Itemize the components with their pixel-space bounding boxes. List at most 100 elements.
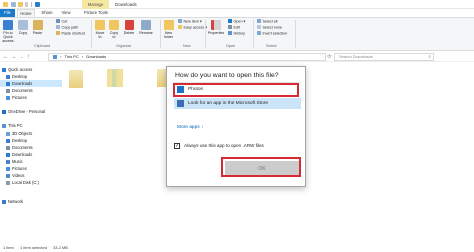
group-label-clipboard: Clipboard <box>34 44 51 48</box>
sidebar-item[interactable]: This PC <box>0 122 62 129</box>
sidebar-item-label: Music <box>12 159 23 164</box>
invert-selection-icon <box>257 31 261 35</box>
folder-icon <box>6 166 10 171</box>
sidebar-item-label: Local Disk (C:) <box>12 180 39 185</box>
new-item-button[interactable]: New item ▾ <box>178 19 202 25</box>
properties-icon[interactable] <box>11 2 16 7</box>
paste-shortcut-icon <box>56 31 60 35</box>
forward-button[interactable]: → <box>10 53 17 61</box>
sidebar-item[interactable]: Quick access <box>0 66 62 73</box>
folder-icon <box>6 180 10 185</box>
sidebar-item[interactable]: Documents <box>0 87 62 94</box>
status-selected: 1 item selected <box>20 245 47 250</box>
sidebar-item[interactable]: Documents <box>0 144 62 151</box>
more-apps-link[interactable]: More apps ↓ <box>177 125 203 130</box>
copy-to-label: Copy to <box>109 31 119 39</box>
breadcrumb[interactable]: › This PC › Downloads <box>48 53 326 61</box>
history-label: History <box>233 31 245 36</box>
up-button[interactable]: ↑ <box>25 53 32 61</box>
sidebar-item[interactable]: Music <box>0 158 62 165</box>
refresh-button[interactable]: ⟳ <box>326 53 333 61</box>
tab-file[interactable]: File <box>0 9 15 17</box>
new-folder-button[interactable]: New folder <box>162 20 175 39</box>
invert-selection-button[interactable]: Invert selection <box>257 31 287 37</box>
sidebar-item[interactable]: Local Disk (C:) <box>0 179 62 186</box>
pin-to-quick-access-button[interactable]: Pin to Quick access <box>1 20 15 43</box>
sidebar-item[interactable]: Pictures <box>0 165 62 172</box>
copy-button[interactable]: Copy <box>17 20 29 35</box>
move-to-icon <box>95 20 105 30</box>
group-label-new: New <box>183 44 191 48</box>
breadcrumb-this-pc[interactable]: This PC <box>65 54 79 59</box>
paste-shortcut-label: Paste shortcut <box>61 31 86 36</box>
paste-button[interactable]: Paste <box>31 20 44 35</box>
select-none-icon <box>257 25 261 29</box>
sidebar-item[interactable]: 3D Objects <box>0 130 62 137</box>
group-label-open: Open <box>226 44 236 48</box>
folder-icon <box>6 138 10 143</box>
select-all-button[interactable]: Select all <box>257 19 277 25</box>
app-option-store[interactable]: Look for an app in the Microsoft Store <box>174 98 301 109</box>
folder-icon <box>6 145 10 150</box>
sidebar-item[interactable]: Network <box>0 198 62 205</box>
tab-share[interactable]: Share <box>38 9 56 17</box>
sidebar-item-label: Network <box>8 199 24 204</box>
easy-access-button[interactable]: Easy access ▾ <box>178 25 207 31</box>
folder-icon <box>6 159 10 164</box>
folder-icon <box>6 173 10 178</box>
new-folder-icon[interactable] <box>18 2 23 7</box>
sidebar-item-label: Quick access <box>8 67 33 72</box>
select-none-button[interactable]: Select none <box>257 25 282 31</box>
sidebar-item[interactable]: Pictures <box>0 94 62 101</box>
back-button[interactable]: ← <box>2 53 9 61</box>
sidebar-item[interactable]: Videos <box>0 172 62 179</box>
new-folder-label: New folder <box>164 31 173 39</box>
sidebar-item[interactable]: OneDrive - Personal <box>0 108 62 115</box>
file-thumbnail[interactable] <box>69 70 83 88</box>
edit-label: Edit <box>233 25 240 30</box>
sidebar-item[interactable]: Desktop <box>0 73 62 80</box>
tab-view[interactable]: View <box>58 9 74 17</box>
title-bar: Manage Downloads <box>0 0 474 9</box>
folder-icon <box>2 199 6 204</box>
open-button[interactable]: Open ▾ <box>228 19 245 25</box>
address-bar: ← → ⌄ ↑ › This PC › Downloads ⟳ Search D… <box>0 52 474 62</box>
properties-icon <box>211 20 221 30</box>
history-button[interactable]: History <box>228 31 245 37</box>
edit-button[interactable]: Edit <box>228 25 240 31</box>
file-thumbnail[interactable] <box>107 69 123 87</box>
copy-to-button[interactable]: Copy to <box>108 20 120 39</box>
rename-button[interactable]: Rename <box>138 20 154 35</box>
rename-icon <box>141 20 151 30</box>
tab-home[interactable]: Home <box>17 9 35 17</box>
delete-button[interactable]: Delete <box>122 20 136 35</box>
sidebar-item[interactable]: Desktop <box>0 137 62 144</box>
recent-locations-button[interactable]: ⌄ <box>18 53 25 61</box>
always-use-checkbox[interactable]: ✓ <box>174 143 180 149</box>
folder-icon <box>6 74 10 79</box>
paste-shortcut-button[interactable]: Paste shortcut <box>56 31 85 37</box>
context-tab-manage[interactable]: Manage <box>82 0 109 9</box>
sidebar-item[interactable]: Downloads <box>0 151 62 158</box>
tab-picture-tools[interactable]: Picture Tools <box>80 9 112 17</box>
cut-icon <box>56 19 60 23</box>
delete-icon <box>124 20 134 30</box>
move-to-button[interactable]: Move to <box>94 20 106 39</box>
sidebar-item-label: OneDrive - Personal <box>8 109 46 114</box>
group-separator <box>205 20 206 48</box>
copy-path-label: Copy path <box>61 25 79 30</box>
highlight-photos <box>173 83 299 97</box>
copy-path-icon <box>56 25 60 29</box>
folder-icon <box>6 81 10 86</box>
history-icon <box>228 31 232 35</box>
cut-button[interactable]: Cut <box>56 19 67 25</box>
copy-path-button[interactable]: Copy path <box>56 25 78 31</box>
properties-button[interactable]: Properties <box>207 20 225 35</box>
breadcrumb-downloads[interactable]: Downloads <box>86 54 106 59</box>
cut-label: Cut <box>61 19 68 24</box>
customize-toolbar-icon[interactable] <box>25 2 28 7</box>
sidebar-item-label: Pictures <box>12 95 27 100</box>
search-input[interactable]: Search Downloads ⌕ <box>334 53 434 61</box>
paste-label: Paste <box>32 31 43 35</box>
sidebar-item[interactable]: Downloads <box>0 80 62 87</box>
